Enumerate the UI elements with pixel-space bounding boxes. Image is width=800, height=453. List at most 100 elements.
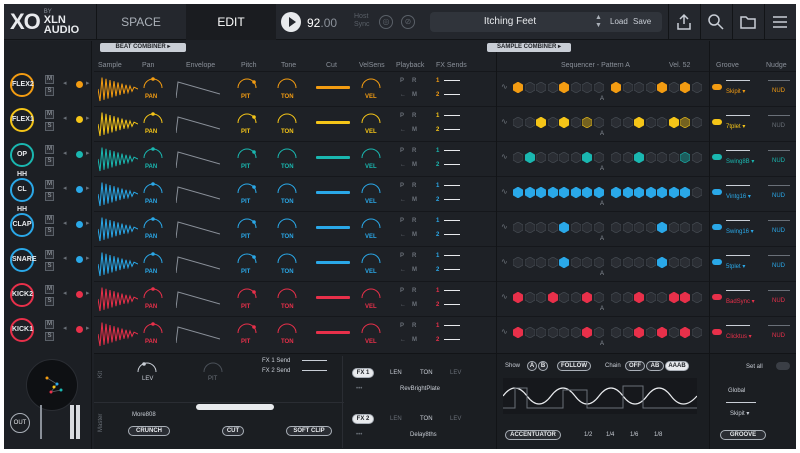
step-cell[interactable] [657,187,667,198]
step-cell[interactable] [559,327,569,338]
beat-combiner-button[interactable]: BEAT COMBINER ▸ [100,43,186,52]
playback-arrow-icon[interactable]: ← [400,337,406,343]
step-cell[interactable] [645,292,656,303]
cut-slider[interactable] [316,121,350,124]
step-cell[interactable] [680,292,690,303]
fx-send-2-slider[interactable] [444,199,460,200]
fx1-len[interactable]: LEN [390,370,402,376]
pitch-knob[interactable] [236,286,258,300]
prev-sample-icon[interactable]: ◂ [63,254,67,262]
groove-select[interactable]: Clicktus ▾ [726,333,752,340]
step-cell[interactable] [668,222,679,233]
sample-combiner-button[interactable]: SAMPLE COMBINER ▸ [487,43,571,52]
step-cell[interactable] [536,327,546,338]
step-cell[interactable] [691,327,702,338]
step-cell[interactable] [593,257,604,268]
playback-m[interactable]: M [412,197,417,203]
cut-slider[interactable] [316,331,350,334]
envelope-graph[interactable] [176,185,220,205]
fx-send-1-slider[interactable] [444,185,460,186]
fx1-ton[interactable]: TON [420,370,433,376]
playback-r[interactable]: R [412,148,416,154]
envelope-graph[interactable] [176,80,220,100]
prev-sample-icon[interactable]: ◂ [63,114,67,122]
pan-knob[interactable] [142,251,164,265]
step-cell[interactable] [593,222,604,233]
step-cell[interactable] [611,82,621,93]
fx1-button[interactable]: FX 1 [352,368,374,378]
step-cell[interactable] [634,257,644,268]
next-sample-icon[interactable]: ▸ [86,219,90,227]
pit-knob[interactable] [202,360,224,374]
bpm-display[interactable]: 92.00 [307,16,337,30]
step-cell[interactable] [668,327,679,338]
step-cell[interactable] [582,187,592,198]
preset-name[interactable]: Itching Feet [430,16,590,27]
groove-toggle[interactable] [712,329,722,335]
step-cell[interactable] [680,257,690,268]
show-a-button[interactable]: A [527,361,537,371]
master-preset[interactable]: More808 [132,412,156,418]
tone-knob[interactable] [276,251,298,265]
nudge-slider[interactable] [768,150,790,151]
playback-m[interactable]: M [412,162,417,168]
sample-waveform[interactable] [98,146,138,172]
step-cell[interactable] [645,222,656,233]
step-cell[interactable] [645,327,656,338]
fx-send-1-slider[interactable] [444,220,460,221]
loop-icon[interactable]: ∿ [501,327,508,336]
show-b-button[interactable]: B [538,361,548,371]
tone-knob[interactable] [276,76,298,90]
playback-arrow-icon[interactable]: ← [400,197,406,203]
step-cell[interactable] [570,152,581,163]
tab-space[interactable]: SPACE [96,4,186,40]
next-sample-icon[interactable]: ▸ [86,79,90,87]
step-cell[interactable] [634,292,644,303]
groove-toggle[interactable] [712,189,722,195]
mute-button[interactable]: M [45,145,54,154]
step-cell[interactable] [513,292,523,303]
step-cell[interactable] [593,152,604,163]
preset-browser[interactable]: Itching Feet ▲ ▼ Load Save [430,12,662,32]
nudge-label[interactable]: NUD [772,193,785,199]
out-level-slider[interactable] [40,405,42,439]
fx1-more[interactable]: ••• [356,386,362,392]
cut-slider[interactable] [316,261,350,264]
soft-clip-button[interactable]: SOFT CLIP [286,426,332,436]
sync-icon[interactable]: ◎ [379,15,393,29]
playback-arrow-icon[interactable]: ← [400,92,406,98]
step-cell[interactable] [524,327,535,338]
track-lane[interactable]: FLEX1 M S ◂ ▸ [8,106,92,136]
step-cell[interactable] [691,222,702,233]
track-name[interactable]: FLEX2 [10,73,34,97]
step-cell[interactable] [622,222,633,233]
div-quarter[interactable]: 1/4 [606,432,614,438]
step-cell[interactable] [657,257,667,268]
step-cell[interactable] [611,257,621,268]
step-cell[interactable] [668,152,679,163]
playback-p[interactable]: P [400,113,404,119]
pitch-knob[interactable] [236,76,258,90]
step-cell[interactable] [622,117,633,128]
step-cell[interactable] [634,117,644,128]
step-cell[interactable] [622,152,633,163]
step-cell[interactable] [513,222,523,233]
playback-p[interactable]: P [400,78,404,84]
export-icon[interactable] [674,12,694,32]
nudge-label[interactable]: NUD [772,88,785,94]
fx2-ton[interactable]: TON [420,416,433,422]
envelope-graph[interactable] [176,255,220,275]
loop-icon[interactable]: ∿ [501,152,508,161]
step-cell[interactable] [680,117,690,128]
step-cell[interactable] [680,222,690,233]
pan-knob[interactable] [142,76,164,90]
sample-waveform[interactable] [98,216,138,242]
fx2-preset[interactable]: Delay8ths [410,432,437,438]
lev-knob[interactable] [136,360,158,374]
step-cell[interactable] [547,257,558,268]
cut-slider[interactable] [316,296,350,299]
step-cell[interactable] [668,82,679,93]
playback-arrow-icon[interactable]: ← [400,162,406,168]
velsens-knob[interactable] [360,216,382,230]
sample-waveform[interactable] [98,286,138,312]
